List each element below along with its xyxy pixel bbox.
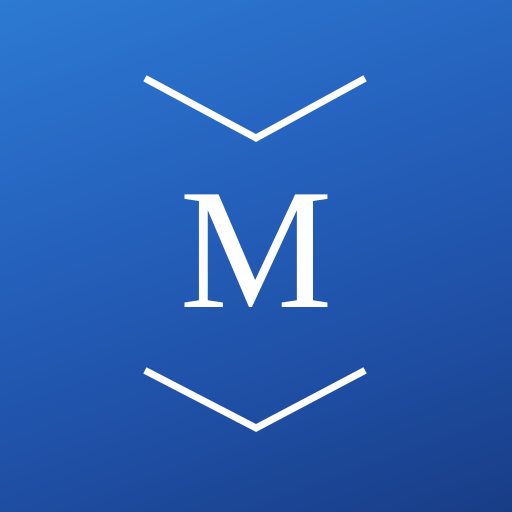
logo-letter: M — [179, 155, 333, 345]
app-icon: M — [0, 0, 512, 512]
